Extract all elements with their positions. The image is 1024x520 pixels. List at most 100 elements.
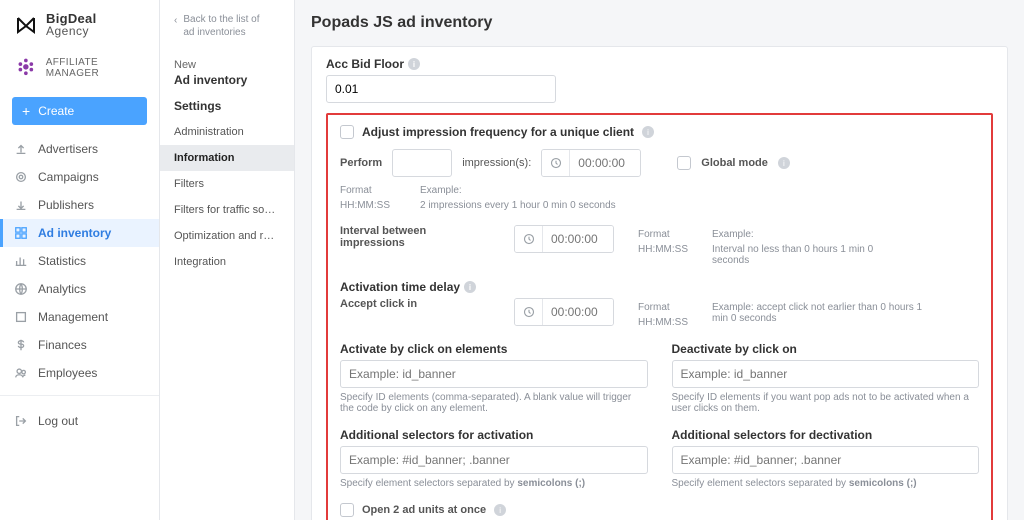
- back-link[interactable]: ‹ Back to the list of ad inventories: [160, 14, 294, 51]
- open2-row: Open 2 ad units at once i: [340, 503, 979, 517]
- nav-publishers[interactable]: Publishers: [0, 191, 159, 219]
- open2-label: Open 2 ad units at once: [362, 504, 486, 516]
- nav-label: Analytics: [38, 282, 86, 296]
- format-label: Format: [638, 302, 688, 313]
- chevron-left-icon: ‹: [174, 15, 177, 28]
- freq-perform-row: Perform impression(s): Global mode i: [340, 149, 979, 177]
- user-role: AFFILIATE MANAGER: [46, 57, 145, 79]
- create-label: Create: [38, 104, 74, 118]
- main-content: Popads JS ad inventory Acc Bid Floor i A…: [295, 0, 1024, 520]
- interval-label: Interval between impressions: [340, 225, 490, 249]
- nav-advertisers[interactable]: Advertisers: [0, 135, 159, 163]
- deactivate-click-input[interactable]: [672, 360, 980, 388]
- acc-bid-floor-label: Acc Bid Floor i: [326, 57, 993, 71]
- deactivate-click-hint: Specify ID elements if you want pop ads …: [672, 392, 980, 414]
- dollar-icon: [14, 338, 28, 352]
- sub-item-integration[interactable]: Integration: [160, 249, 294, 275]
- form-card: Acc Bid Floor i Adjust impression freque…: [311, 46, 1008, 520]
- example-value: 2 impressions every 1 hour 0 min 0 secon…: [420, 200, 616, 211]
- page-title: Popads JS ad inventory: [311, 14, 1008, 32]
- nav-label: Publishers: [38, 198, 94, 212]
- square-icon: [14, 310, 28, 324]
- back-line2: ad inventories: [183, 27, 245, 38]
- perform-label: Perform: [340, 157, 382, 169]
- nav-divider: [0, 395, 159, 396]
- clock-icon: [542, 150, 570, 176]
- people-icon: [14, 366, 28, 380]
- nav-label: Employees: [38, 366, 97, 380]
- nav-statistics[interactable]: Statistics: [0, 247, 159, 275]
- logout-icon: [14, 414, 28, 428]
- nav-management[interactable]: Management: [0, 303, 159, 331]
- sel-activation-label: Additional selectors for activation: [340, 428, 648, 442]
- nav-label: Management: [38, 310, 108, 324]
- info-icon[interactable]: i: [494, 504, 506, 516]
- global-mode-label: Global mode: [701, 157, 768, 169]
- secondary-sidebar: ‹ Back to the list of ad inventories New…: [160, 0, 295, 520]
- create-button[interactable]: + Create: [12, 97, 147, 125]
- deactivate-click-label: Deactivate by click on: [672, 342, 980, 356]
- activate-click-input[interactable]: [340, 360, 648, 388]
- global-mode-checkbox[interactable]: [677, 156, 691, 170]
- freq-title: Adjust impression frequency for a unique…: [362, 125, 634, 139]
- target-icon: [14, 170, 28, 184]
- sub-item-administration[interactable]: Administration: [160, 119, 294, 145]
- activation-title: Activation time delay i: [340, 280, 979, 294]
- brand-line2: Agency: [46, 25, 97, 37]
- sub-settings-head: Settings: [160, 95, 294, 119]
- grid-icon: [14, 226, 28, 240]
- nav-finances[interactable]: Finances: [0, 331, 159, 359]
- download-icon: [14, 198, 28, 212]
- accept-time-input[interactable]: [514, 298, 614, 326]
- nav-analytics[interactable]: Analytics: [0, 275, 159, 303]
- format-value: HH:MM:SS: [638, 244, 688, 255]
- info-icon[interactable]: i: [464, 281, 476, 293]
- nav-label: Advertisers: [38, 142, 98, 156]
- format-value: HH:MM:SS: [638, 317, 688, 328]
- nav-label: Statistics: [38, 254, 86, 268]
- primary-nav: Advertisers Campaigns Publishers Ad inve…: [0, 135, 159, 387]
- format-label: Format: [638, 229, 688, 240]
- example-label: Example:: [712, 229, 912, 240]
- logout-label: Log out: [38, 414, 78, 428]
- sel-activation-hint: Specify element selectors separated by s…: [340, 478, 648, 489]
- clock-icon: [515, 299, 543, 325]
- back-line1: Back to the list of: [183, 14, 259, 25]
- highlight-box: Adjust impression frequency for a unique…: [326, 113, 993, 520]
- example-value: Interval no less than 0 hours 1 min 0 se…: [712, 244, 912, 266]
- accept-click-label: Accept click in: [340, 298, 490, 310]
- sub-new-label: New: [160, 51, 294, 71]
- user-block: AFFILIATE MANAGER: [0, 47, 159, 91]
- impressions-count-input[interactable]: [392, 149, 452, 177]
- info-icon[interactable]: i: [778, 157, 790, 169]
- primary-sidebar: BigDeal Agency AFFILIATE MANAGER + Creat…: [0, 0, 160, 520]
- open2-checkbox[interactable]: [340, 503, 354, 517]
- info-icon[interactable]: i: [642, 126, 654, 138]
- chart-icon: [14, 254, 28, 268]
- interval-time-input[interactable]: [514, 225, 614, 253]
- sel-activation-input[interactable]: [340, 446, 648, 474]
- sel-deactivation-input[interactable]: [672, 446, 980, 474]
- impressions-label: impression(s):: [462, 157, 531, 169]
- acc-bid-floor-input[interactable]: [326, 75, 556, 103]
- brand-logo-icon: [14, 13, 38, 37]
- freq-checkbox[interactable]: [340, 125, 354, 139]
- example-label: Example:: [420, 185, 616, 196]
- sub-item-filters[interactable]: Filters: [160, 171, 294, 197]
- sub-item-optimization[interactable]: Optimization and rules: [160, 223, 294, 249]
- info-icon[interactable]: i: [408, 58, 420, 70]
- nav-campaigns[interactable]: Campaigns: [0, 163, 159, 191]
- nav-ad-inventory[interactable]: Ad inventory: [0, 219, 159, 247]
- format-label: Format: [340, 185, 390, 196]
- sub-item-information[interactable]: Information: [160, 145, 294, 171]
- format-value: HH:MM:SS: [340, 200, 390, 211]
- sub-item-filters-traffic[interactable]: Filters for traffic sour…: [160, 197, 294, 223]
- nav-label: Finances: [38, 338, 87, 352]
- example-value: Example: accept click not earlier than 0…: [712, 302, 932, 324]
- nav-employees[interactable]: Employees: [0, 359, 159, 387]
- freq-time-input[interactable]: [541, 149, 641, 177]
- avatar-icon: [14, 55, 38, 81]
- logout-link[interactable]: Log out: [0, 404, 159, 438]
- activate-click-label: Activate by click on elements: [340, 342, 648, 356]
- nav-label: Campaigns: [38, 170, 99, 184]
